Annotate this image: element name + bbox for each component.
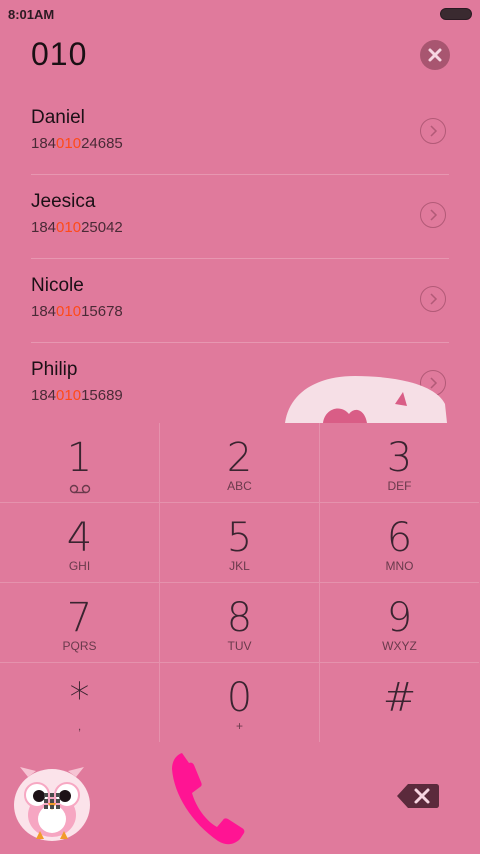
contact-number: 18401024685 — [31, 135, 123, 152]
status-time: 8:01AM — [8, 7, 55, 22]
key-1[interactable]: 1 — [0, 423, 160, 503]
key-digit: 9 — [386, 595, 413, 641]
key-digit: 6 — [386, 515, 413, 561]
voicemail-icon — [69, 481, 91, 499]
key-8[interactable]: 8 TUV — [160, 583, 320, 663]
dialed-number-field[interactable]: 010 — [31, 36, 87, 73]
contact-number: 18401015689 — [31, 387, 123, 404]
dial-keypad: 1 2 ABC 3 DEF 4 GHI 5 JKL 6 MNO 7 PQRS 8… — [0, 423, 480, 745]
contact-name: Philip — [31, 359, 78, 380]
contact-item[interactable]: Jeesica 18401025042 — [31, 174, 449, 259]
contact-name: Daniel — [31, 107, 85, 128]
key-letters: , — [77, 719, 82, 733]
dial-input-row: 010 — [0, 30, 480, 80]
contact-item[interactable]: Nicole 18401015678 — [31, 258, 449, 343]
key-letters: + — [235, 719, 243, 733]
key-3[interactable]: 3 DEF — [320, 423, 479, 503]
backspace-icon[interactable] — [396, 782, 440, 810]
contact-item[interactable]: Daniel 18401024685 — [31, 90, 449, 175]
key-6[interactable]: 6 MNO — [320, 503, 479, 583]
match-highlight: 010 — [56, 387, 82, 404]
owl-peek-decoration — [285, 374, 447, 423]
key-digit: 3 — [386, 435, 413, 481]
key-5[interactable]: 5 JKL — [160, 503, 320, 583]
contact-name: Nicole — [31, 275, 84, 296]
key-digit: 2 — [226, 435, 253, 481]
key-hash[interactable]: # — [320, 663, 479, 742]
key-7[interactable]: 7 PQRS — [0, 583, 160, 663]
chevron-right-icon[interactable] — [420, 118, 446, 144]
key-star[interactable]: * , — [0, 663, 160, 742]
key-letters: DEF — [387, 479, 412, 493]
key-digit: 0 — [226, 675, 253, 721]
key-9[interactable]: 9 WXYZ — [320, 583, 479, 663]
key-digit: 4 — [66, 515, 93, 561]
battery-icon — [440, 8, 472, 20]
key-4[interactable]: 4 GHI — [0, 503, 160, 583]
contact-name: Jeesica — [31, 191, 96, 212]
key-letters: GHI — [68, 559, 91, 573]
chevron-right-icon[interactable] — [420, 286, 446, 312]
key-0[interactable]: 0 + — [160, 663, 320, 742]
key-digit: 1 — [66, 435, 93, 481]
chevron-right-icon[interactable] — [420, 202, 446, 228]
phone-icon — [172, 753, 245, 845]
match-highlight: 010 — [56, 135, 82, 152]
key-letters: MNO — [385, 559, 414, 573]
clear-icon[interactable] — [420, 40, 450, 70]
key-2[interactable]: 2 ABC — [160, 423, 320, 503]
key-letters: TUV — [227, 639, 252, 653]
contact-number: 18401015678 — [31, 303, 123, 320]
status-bar: 8:01AM — [0, 0, 480, 26]
owl-keypad-icon[interactable] — [6, 753, 98, 845]
key-letters: ABC — [227, 479, 252, 493]
contact-number: 18401025042 — [31, 219, 123, 236]
call-button[interactable] — [168, 745, 246, 849]
key-letters: PQRS — [62, 639, 97, 653]
key-digit: # — [382, 675, 417, 721]
match-highlight: 010 — [56, 219, 82, 236]
key-digit: * — [69, 675, 90, 721]
key-digit: 5 — [226, 515, 253, 561]
key-letters: JKL — [229, 559, 250, 573]
bottom-action-bar — [0, 745, 480, 853]
key-letters: WXYZ — [382, 639, 417, 653]
match-highlight: 010 — [56, 303, 82, 320]
key-digit: 8 — [226, 595, 253, 641]
key-digit: 7 — [66, 595, 93, 641]
